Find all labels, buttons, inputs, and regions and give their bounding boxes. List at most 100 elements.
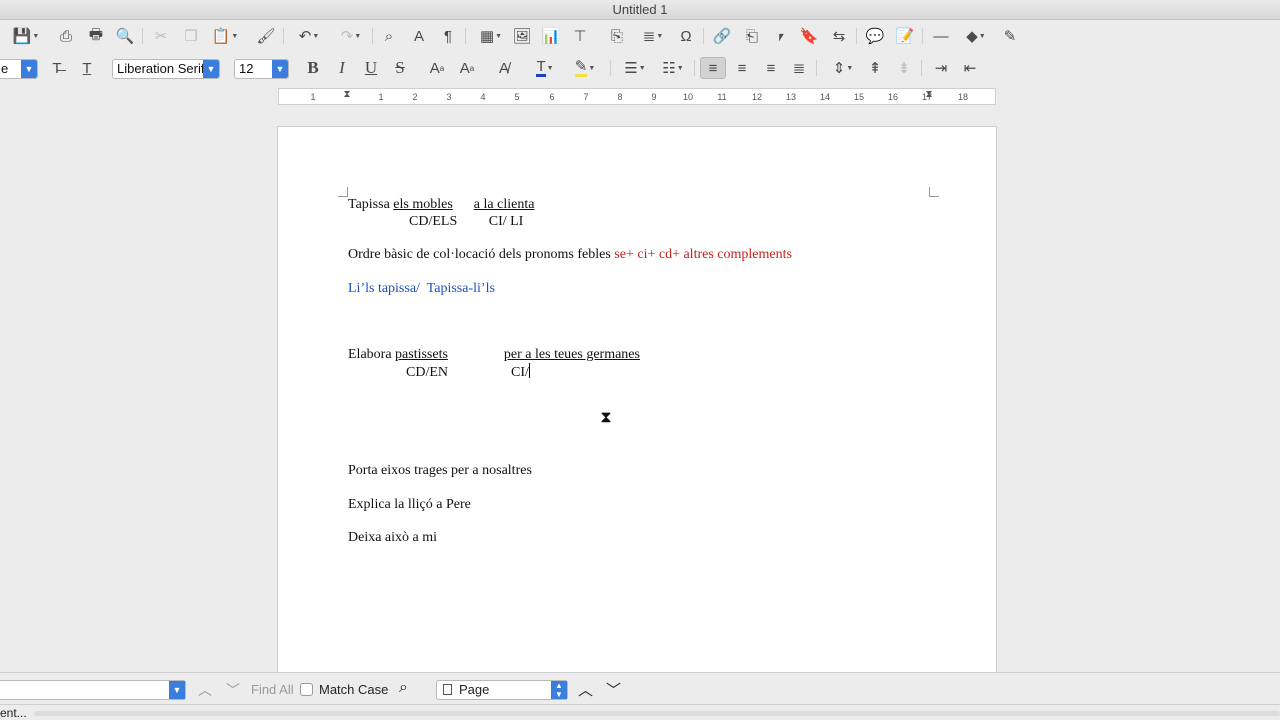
- find-next-icon[interactable]: ﹀: [226, 680, 240, 700]
- formatting-marks-icon[interactable]: ¶: [437, 25, 459, 47]
- highlight-color-icon[interactable]: ✎ ▼: [567, 57, 603, 79]
- doc-line-2[interactable]: CD/ELS CI/ LI: [409, 213, 523, 230]
- document-area[interactable]: Tapissa els mobles a la clienta CD/ELS C…: [0, 106, 1280, 672]
- font-name-combo[interactable]: Liberation Serif ▼: [112, 59, 220, 79]
- search-scope-value: Page: [459, 682, 490, 697]
- ruler-tick: 11: [717, 92, 727, 102]
- chevron-down-icon[interactable]: ▼: [203, 60, 219, 78]
- left-indent-marker[interactable]: ⧗: [343, 89, 350, 100]
- italic-icon[interactable]: I: [331, 57, 353, 79]
- increase-paragraph-spacing-icon[interactable]: ⇞: [864, 57, 886, 79]
- status-text: ent...: [0, 706, 27, 720]
- doc-line-7[interactable]: Porta eixos trages per a nosaltres: [348, 462, 532, 479]
- find-replace-icon[interactable]: ⌕: [399, 679, 408, 697]
- doc-line-9[interactable]: Deixa això a mi: [348, 529, 437, 546]
- separator: [922, 28, 923, 44]
- spelling-icon[interactable]: A: [408, 25, 430, 47]
- clear-formatting-icon[interactable]: A̸: [493, 57, 515, 79]
- ruler-tick: 18: [957, 92, 969, 102]
- basic-shapes-icon[interactable]: ◆ ▼: [959, 25, 993, 47]
- search-scope-select[interactable]: Page ▲ ▼: [436, 680, 568, 700]
- separator: [465, 28, 466, 44]
- underline-icon[interactable]: U: [360, 57, 382, 79]
- insert-page-break-icon[interactable]: ⎘: [606, 25, 628, 47]
- find-all-button[interactable]: Find All: [251, 682, 294, 697]
- line-spacing-icon[interactable]: ⇕ ▼: [826, 57, 860, 79]
- hyperlink-icon[interactable]: 🔗: [711, 25, 733, 47]
- new-style-icon[interactable]: T̲: [76, 57, 98, 79]
- subscript-icon[interactable]: Aa: [456, 57, 478, 79]
- export-pdf-icon[interactable]: ⎙: [55, 25, 77, 47]
- next-page-icon[interactable]: ﹀: [606, 679, 621, 700]
- update-style-icon[interactable]: T̶: [46, 57, 68, 79]
- text-run-underlined: els mobles: [393, 197, 453, 212]
- ruler-tick: 4: [480, 92, 486, 102]
- find-previous-icon[interactable]: ︿: [198, 680, 212, 700]
- decrease-paragraph-spacing-icon[interactable]: ⇟: [893, 57, 915, 79]
- cut-icon[interactable]: ✂: [150, 25, 172, 47]
- numbering-icon[interactable]: ☷ ▼: [656, 57, 690, 79]
- find-replace-icon[interactable]: ⌕: [378, 25, 400, 47]
- copy-icon[interactable]: ❐: [180, 25, 202, 47]
- footnote-icon[interactable]: ⎗: [741, 25, 763, 47]
- insert-textbox-icon[interactable]: ⊤: [569, 25, 591, 47]
- doc-line-1[interactable]: Tapissa els mobles a la clienta: [348, 196, 534, 213]
- text-run-underlined: pastissets: [395, 347, 448, 362]
- redo-icon[interactable]: ↷ ▼: [334, 25, 368, 47]
- bullets-icon[interactable]: ☰ ▼: [618, 57, 652, 79]
- doc-line-8[interactable]: Explica la lliçó a Pere: [348, 496, 471, 513]
- paste-icon[interactable]: 📋 ▼: [208, 25, 242, 47]
- text-run: Elabora: [348, 347, 396, 362]
- horizontal-ruler[interactable]: ⧗ ⧗ 1 1 2 3 4 5 6 7 8 9 10 11 12 13 14 1…: [278, 88, 996, 105]
- paragraph-style-combo[interactable]: e ▼: [0, 59, 38, 79]
- bold-icon[interactable]: B: [302, 57, 324, 79]
- superscript-icon[interactable]: Aa: [426, 57, 448, 79]
- chevron-down-icon[interactable]: ▼: [169, 681, 185, 699]
- doc-line-3[interactable]: Ordre bàsic de col·locació dels pronoms …: [348, 246, 792, 263]
- cross-reference-icon[interactable]: ⇆: [828, 25, 850, 47]
- ruler-tick: 5: [514, 92, 520, 102]
- previous-page-icon[interactable]: ︿: [578, 679, 593, 700]
- save-icon[interactable]: 💾 ▼: [6, 25, 46, 47]
- undo-icon[interactable]: ↶ ▼: [292, 25, 326, 47]
- draw-icon[interactable]: ✎: [999, 25, 1021, 47]
- special-character-icon[interactable]: Ω: [675, 25, 697, 47]
- stepper-icon[interactable]: ▲ ▼: [551, 681, 567, 699]
- clone-formatting-icon[interactable]: 🖌: [255, 25, 277, 47]
- text-run: [453, 197, 474, 212]
- align-right-icon[interactable]: ≡: [760, 57, 782, 79]
- print-icon[interactable]: 🖶: [85, 25, 107, 47]
- track-changes-icon[interactable]: 📝: [894, 25, 916, 47]
- match-case-checkbox[interactable]: [300, 683, 313, 696]
- font-size-combo[interactable]: 12 ▼: [234, 59, 289, 79]
- insert-table-icon[interactable]: ▦ ▼: [474, 25, 508, 47]
- insert-image-icon[interactable]: 🖼: [511, 25, 533, 47]
- separator: [694, 60, 695, 76]
- strikethrough-icon[interactable]: S: [389, 57, 411, 79]
- comment-icon[interactable]: 💬: [864, 25, 886, 47]
- separator: [283, 28, 284, 44]
- text-boundary-corner: [338, 187, 348, 197]
- doc-line-6[interactable]: CD/EN CI/: [406, 363, 530, 381]
- doc-line-5[interactable]: Elabora pastissets per a les teues germa…: [348, 346, 640, 363]
- font-color-icon[interactable]: T ▼: [527, 57, 563, 79]
- doc-line-4[interactable]: Li’ls tapissa/ Tapissa-li’ls: [348, 280, 495, 297]
- find-input[interactable]: ▼: [0, 680, 186, 700]
- chevron-down-icon[interactable]: ▼: [21, 60, 37, 78]
- line-icon[interactable]: —: [930, 25, 952, 47]
- justify-icon[interactable]: ≣: [788, 57, 810, 79]
- text-run: Ordre bàsic de col·locació dels pronoms …: [348, 247, 615, 262]
- chevron-down-icon[interactable]: ▼: [272, 60, 288, 78]
- insert-chart-icon[interactable]: 📊: [540, 25, 562, 47]
- endnote-icon[interactable]: ⎖: [770, 25, 792, 47]
- align-left-icon[interactable]: ≡: [700, 57, 726, 79]
- print-preview-icon[interactable]: 🔍: [114, 25, 136, 47]
- decrease-indent-icon[interactable]: ⇤: [959, 57, 981, 79]
- bookmark-icon[interactable]: 🔖: [798, 25, 820, 47]
- paragraph-style-value: e: [1, 61, 9, 76]
- insert-field-icon[interactable]: ≣ ▼: [636, 25, 670, 47]
- document-page[interactable]: Tapissa els mobles a la clienta CD/ELS C…: [277, 126, 997, 672]
- increase-indent-icon[interactable]: ⇥: [930, 57, 952, 79]
- align-center-icon[interactable]: ≡: [731, 57, 753, 79]
- separator: [921, 60, 922, 76]
